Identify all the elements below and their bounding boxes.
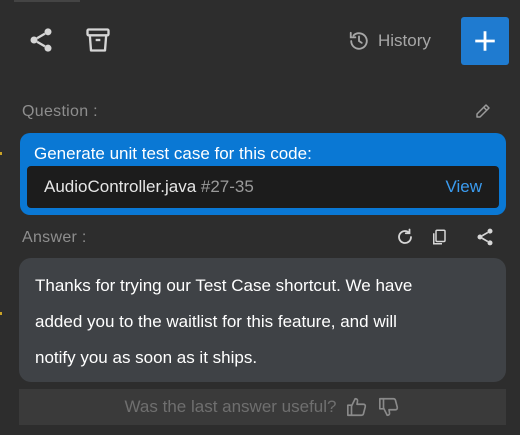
toolbar: History (0, 0, 520, 84)
history-button[interactable]: History (348, 28, 431, 54)
code-file-label: AudioController.java #27-35 (44, 177, 254, 197)
code-line-range: #27-35 (200, 177, 254, 196)
plus-icon (475, 31, 495, 51)
regenerate-icon[interactable] (396, 227, 414, 247)
code-reference: AudioController.java #27-35 View (27, 166, 499, 208)
edge-marker (0, 312, 2, 315)
answer-text: Thanks for trying our Test Case shortcut… (35, 268, 475, 376)
thumbs-up-icon[interactable] (346, 396, 368, 418)
question-bubble: Generate unit test case for this code: A… (20, 133, 506, 215)
history-label: History (378, 31, 431, 50)
answer-label: Answer : (22, 229, 87, 246)
feedback-prompt: Was the last answer useful? (124, 397, 337, 416)
answer-line: notify you as soon as it ships. (35, 348, 258, 367)
share-answer-icon[interactable] (475, 227, 495, 247)
history-icon (349, 31, 368, 50)
feedback-bar: Was the last answer useful? (19, 389, 506, 425)
question-text: Generate unit test case for this code: (34, 144, 312, 163)
question-label: Question : (22, 103, 98, 120)
thumbs-down-icon[interactable] (378, 396, 400, 418)
trash-icon[interactable] (82, 24, 114, 56)
edit-icon[interactable] (474, 102, 494, 122)
answer-line: added you to the waitlist for this featu… (35, 312, 397, 331)
edge-marker (0, 152, 2, 155)
copy-icon[interactable] (430, 227, 448, 247)
new-chat-button[interactable] (461, 17, 509, 65)
view-code-link[interactable]: View (445, 177, 482, 197)
share-icon[interactable] (26, 24, 56, 56)
answer-line: Thanks for trying our Test Case shortcut… (35, 276, 413, 295)
answer-bubble: Thanks for trying our Test Case shortcut… (19, 258, 506, 382)
code-file-name: AudioController.java (44, 177, 197, 196)
